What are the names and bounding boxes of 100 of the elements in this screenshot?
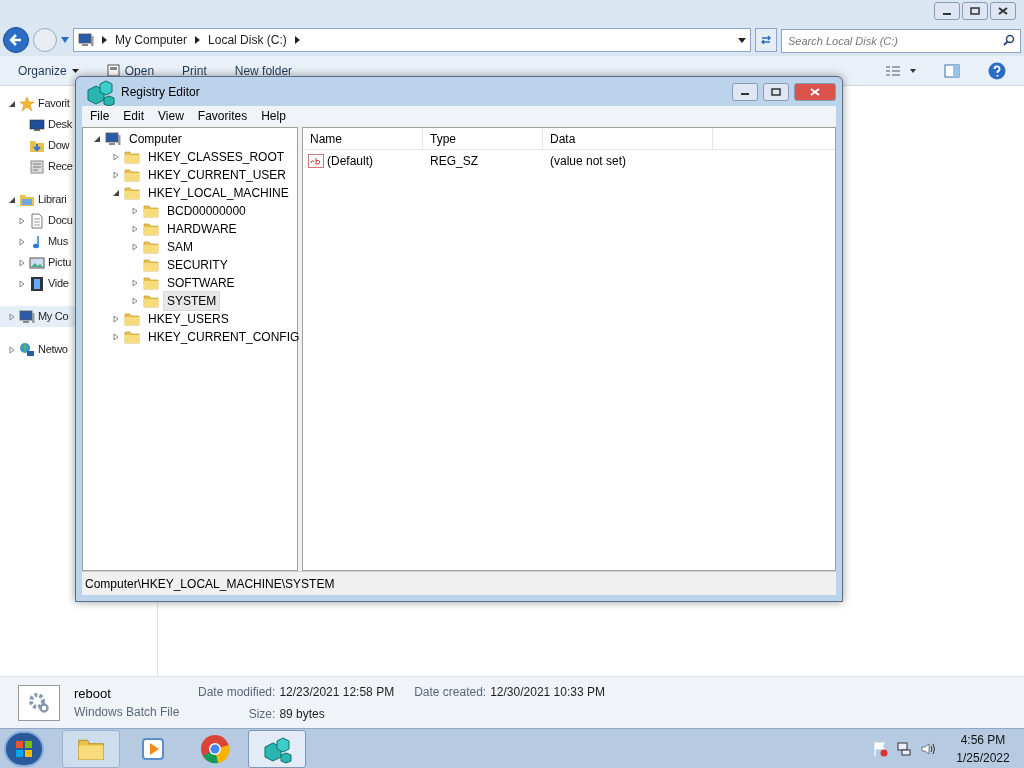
nav-item[interactable]: Rece xyxy=(48,158,73,175)
detail-label: Date created: xyxy=(413,683,487,701)
expand-arrow-icon[interactable] xyxy=(131,243,139,251)
nav-item[interactable]: Mus xyxy=(48,233,68,250)
close-icon xyxy=(998,7,1008,15)
value-name[interactable]: (Default) xyxy=(327,152,373,170)
nav-item[interactable]: Dow xyxy=(48,137,70,154)
open-icon xyxy=(106,64,120,77)
expanded-arrow-icon[interactable] xyxy=(8,99,16,108)
nav-item[interactable]: Vide xyxy=(48,275,69,292)
expanded-arrow-icon[interactable] xyxy=(93,135,101,143)
registry-key[interactable]: BCD00000000 xyxy=(163,201,250,221)
network-icon[interactable] xyxy=(896,740,912,757)
toolbar-button[interactable]: Organize xyxy=(18,61,79,80)
expand-arrow-icon[interactable] xyxy=(18,279,26,288)
folder-icon xyxy=(143,275,159,291)
toolbar-button[interactable]: Print xyxy=(182,61,207,80)
column-header[interactable]: Data xyxy=(543,128,713,149)
registry-key[interactable]: HKEY_CURRENT_CONFIG xyxy=(144,327,304,347)
clock-time[interactable]: 4:56 PM xyxy=(960,730,1006,749)
folder-icon xyxy=(124,329,140,345)
help-icon[interactable] xyxy=(988,61,1006,80)
star-icon xyxy=(19,95,35,112)
flag-icon[interactable] xyxy=(872,740,888,757)
breadcrumb-arrow-icon[interactable] xyxy=(102,36,107,44)
expand-arrow-icon[interactable] xyxy=(112,333,120,341)
dropdown-icon xyxy=(71,68,79,73)
close-icon xyxy=(810,87,820,96)
registry-key[interactable]: HKEY_LOCAL_MACHINE xyxy=(144,183,293,203)
search-icon[interactable] xyxy=(1003,34,1015,46)
preview-pane-icon[interactable] xyxy=(944,63,960,78)
expanded-arrow-icon[interactable] xyxy=(8,195,16,204)
expand-arrow-icon[interactable] xyxy=(131,279,139,287)
network-icon xyxy=(19,341,35,358)
menu-item[interactable]: Help xyxy=(261,106,286,125)
breadcrumb-arrow-icon[interactable] xyxy=(195,36,201,44)
toolbar-button[interactable]: New folder xyxy=(234,61,293,80)
toolbar-button[interactable]: Open xyxy=(106,61,155,80)
expand-arrow-icon[interactable] xyxy=(18,237,26,246)
expand-arrow-icon[interactable] xyxy=(18,216,26,225)
close-button[interactable] xyxy=(990,2,1016,20)
expand-arrow-icon[interactable] xyxy=(112,153,120,161)
menu-item[interactable]: Favorites xyxy=(197,106,248,125)
expand-arrow-icon[interactable] xyxy=(8,312,16,321)
minimize-button[interactable] xyxy=(732,82,758,101)
breadcrumb-item[interactable]: My Computer xyxy=(115,31,188,49)
file-name: reboot xyxy=(74,684,112,703)
dropdown-icon[interactable] xyxy=(738,37,746,43)
column-header[interactable]: Name xyxy=(303,128,423,149)
menu-item[interactable]: File xyxy=(90,106,110,125)
nav-item[interactable]: My Co xyxy=(38,308,69,325)
registry-key[interactable]: SECURITY xyxy=(163,255,232,275)
search-field[interactable]: Search Local Disk (C:) xyxy=(781,29,1021,53)
recent-places-icon xyxy=(29,158,45,175)
menu-item[interactable]: View xyxy=(158,106,184,125)
expand-arrow-icon[interactable] xyxy=(131,207,139,215)
registry-key[interactable]: HARDWARE xyxy=(163,219,241,239)
folder-icon xyxy=(124,185,140,201)
detail-value: 89 bytes xyxy=(279,705,326,723)
nav-item[interactable]: Favorit xyxy=(38,95,70,112)
clock-date[interactable]: 1/25/2022 xyxy=(956,748,1010,767)
maximize-icon xyxy=(970,7,980,15)
breadcrumb-item[interactable]: Local Disk (C:) xyxy=(208,31,287,49)
registry-key[interactable]: HKEY_CURRENT_USER xyxy=(144,165,291,185)
registry-key[interactable]: Computer xyxy=(125,129,186,149)
maximize-button[interactable] xyxy=(763,82,789,101)
column-header[interactable]: Type xyxy=(423,128,543,149)
registry-key[interactable]: HKEY_CLASSES_ROOT xyxy=(144,147,289,167)
history-dropdown-icon[interactable] xyxy=(61,37,69,43)
nav-item[interactable]: Librari xyxy=(38,191,67,208)
expand-arrow-icon[interactable] xyxy=(131,225,139,233)
refresh-button[interactable] xyxy=(755,28,777,52)
expand-arrow-icon[interactable] xyxy=(18,258,26,267)
breadcrumb-arrow-icon[interactable] xyxy=(294,36,300,44)
start-button[interactable] xyxy=(4,730,44,767)
detail-label: Date modified: xyxy=(198,683,276,701)
expand-arrow-icon[interactable] xyxy=(112,315,120,323)
gears-icon xyxy=(27,690,51,715)
expand-arrow-icon[interactable] xyxy=(131,297,139,305)
minimize-button[interactable] xyxy=(934,2,960,20)
registry-key[interactable]: SOFTWARE xyxy=(163,273,239,293)
nav-item[interactable]: Desk xyxy=(48,116,72,133)
nav-item[interactable]: Netwo xyxy=(38,341,68,358)
address-bar[interactable]: My Computer Local Disk (C:) xyxy=(73,28,751,52)
expanded-arrow-icon[interactable] xyxy=(112,189,120,197)
maximize-icon xyxy=(771,87,781,96)
maximize-button[interactable] xyxy=(962,2,988,20)
nav-item[interactable]: Docu xyxy=(48,212,73,229)
registry-key[interactable]: HKEY_USERS xyxy=(144,309,233,329)
expand-arrow-icon[interactable] xyxy=(112,171,120,179)
monitor-icon xyxy=(29,116,45,133)
nav-item[interactable]: Pictu xyxy=(48,254,71,271)
menu-item[interactable]: Edit xyxy=(123,106,145,125)
taskbar-button[interactable] xyxy=(248,729,306,768)
speaker-icon[interactable] xyxy=(920,740,936,757)
expand-arrow-icon[interactable] xyxy=(8,345,16,354)
registry-key[interactable]: SAM xyxy=(163,237,197,257)
registry-key[interactable]: SYSTEM xyxy=(163,291,221,311)
view-options-icon[interactable] xyxy=(886,64,916,77)
back-button[interactable] xyxy=(3,27,29,53)
